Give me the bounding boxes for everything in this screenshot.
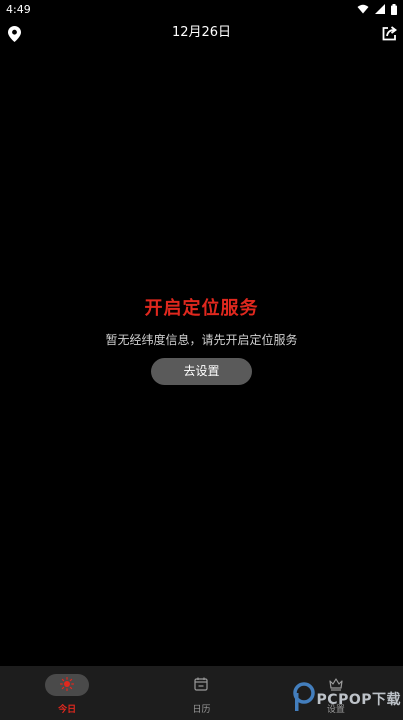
top-bar: 12月26日 xyxy=(0,18,403,46)
nav-label-calendar: 日历 xyxy=(192,705,211,715)
nav-item-calendar[interactable]: 日历 xyxy=(134,666,268,720)
nav-pill xyxy=(45,674,90,696)
prompt-description: 暂无经纬度信息，请先开启定位服务 xyxy=(105,333,298,347)
nav-item-today[interactable]: 今日 xyxy=(0,666,134,720)
status-time: 4:49 xyxy=(6,2,31,16)
watermark: PCPOP下载 xyxy=(292,682,401,716)
bottom-nav: 今日 日历 设置 PCPOP下载 xyxy=(0,666,403,720)
location-prompt: 开启定位服务 暂无经纬度信息，请先开启定位服务 去设置 xyxy=(0,296,403,385)
status-bar: 4:49 xyxy=(0,0,403,18)
status-icons xyxy=(357,3,397,15)
nav-label-today: 今日 xyxy=(58,705,77,715)
watermark-text: PCPOP下载 xyxy=(316,692,401,708)
page-date: 12月26日 xyxy=(171,25,232,40)
prompt-headline: 开启定位服务 xyxy=(144,298,259,319)
pcpop-logo-icon xyxy=(292,682,315,716)
go-settings-button[interactable]: 去设置 xyxy=(151,358,252,385)
calendar-icon xyxy=(194,676,209,695)
share-icon[interactable] xyxy=(382,26,397,45)
wifi-icon xyxy=(357,4,369,14)
nav-pill xyxy=(179,674,223,696)
signal-icon xyxy=(375,4,385,14)
sun-icon xyxy=(60,676,75,695)
battery-icon xyxy=(391,3,397,15)
